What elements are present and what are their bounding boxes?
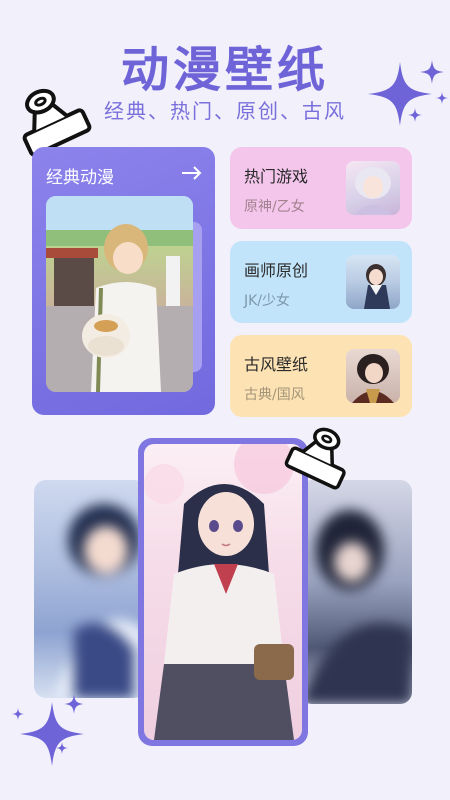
arrow-right-icon[interactable]	[180, 161, 204, 185]
sparkle-icon	[12, 708, 24, 720]
sparkle-icon	[56, 742, 68, 754]
category-tags: JK/少女	[244, 293, 291, 309]
category-name: 古风壁纸	[244, 355, 309, 374]
featured-card-label: 经典动漫	[46, 168, 114, 188]
sparkle-icon	[408, 108, 422, 122]
category-thumbnail	[346, 349, 400, 403]
category-thumbnail	[346, 161, 400, 215]
gallery-image-left[interactable]	[34, 480, 146, 698]
sparkle-icon	[420, 60, 444, 84]
category-tags: 原神/乙女	[244, 199, 305, 215]
sparkle-icon	[436, 92, 448, 104]
category-name: 画师原创	[244, 261, 309, 280]
category-card-artist[interactable]: 画师原创 JK/少女	[230, 241, 412, 323]
featured-anime-image[interactable]	[46, 196, 193, 392]
gallery-image-right[interactable]	[300, 480, 412, 704]
binder-clip-icon	[284, 427, 346, 490]
category-thumbnail	[346, 255, 400, 309]
anime-thumbnail-illustration	[354, 167, 392, 215]
sparkle-icon	[64, 694, 84, 714]
anime-girl-blurred	[300, 510, 412, 704]
category-card-games[interactable]: 热门游戏 原神/乙女	[230, 147, 412, 229]
anime-girl-blurred	[54, 504, 146, 698]
anime-thumbnail-illustration	[352, 354, 394, 403]
category-tags: 古典/国风	[244, 387, 305, 403]
category-name: 热门游戏	[244, 167, 309, 186]
category-card-ancient[interactable]: 古风壁纸 古典/国风	[230, 335, 412, 417]
anime-character-illustration	[46, 196, 193, 392]
anime-thumbnail-illustration	[364, 264, 390, 309]
